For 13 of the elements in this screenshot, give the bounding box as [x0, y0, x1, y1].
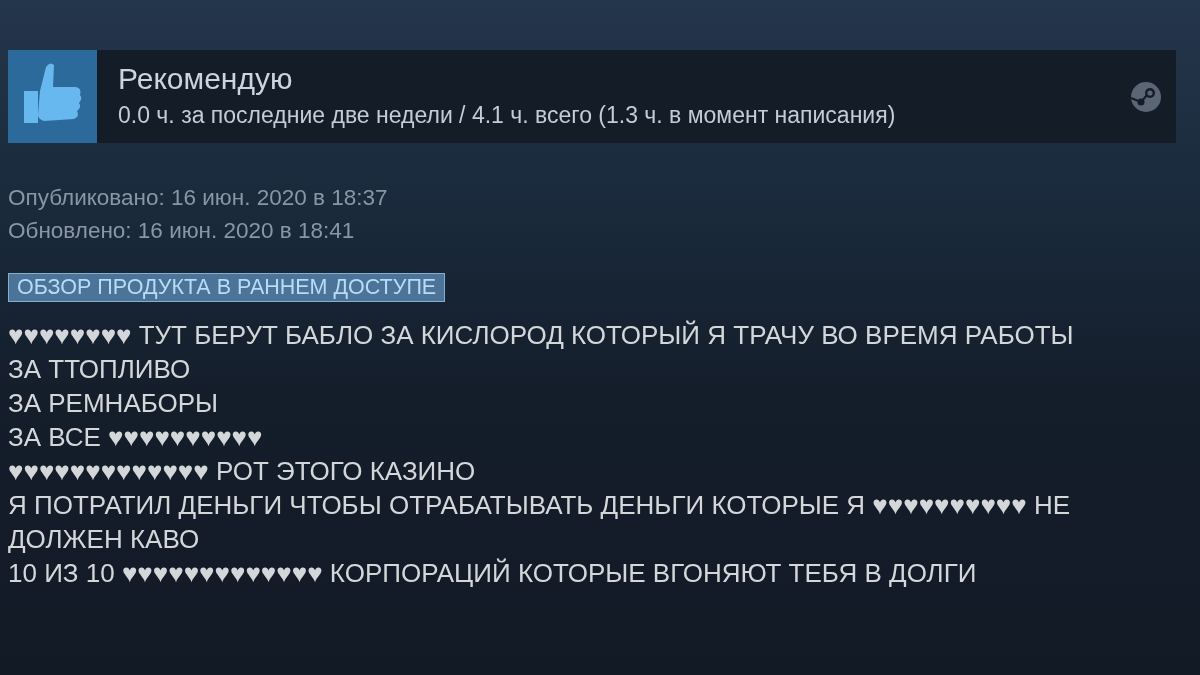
- review-text-line: 10 ИЗ 10 ♥♥♥♥♥♥♥♥♥♥♥♥♥ КОРПОРАЦИЙ КОТОРЫЕ ВГОНЯЮТ ТЕБЯ В ДОЛГИ: [8, 557, 978, 590]
- early-access-tag: ОБЗОР ПРОДУКТА В РАННЕМ ДОСТУПЕ: [8, 273, 446, 302]
- review-text-line: Я ПОТРАТИЛ ДЕНЬГИ ЧТОБЫ ОТРАБАТЫВАТЬ ДЕНЬГИ КОТОРЫЕ Я ♥♥♥♥♥♥♥♥♥♥ НЕ ДОЛЖЕН КАВО: [8, 489, 1072, 556]
- review-date: Обновлено: 16 июн. 2020 в 18:41: [8, 217, 356, 245]
- review-text-line: ♥♥♥♥♥♥♥♥♥♥♥♥♥ РОТ ЭТОГО КАЗИНО: [8, 455, 477, 488]
- playtime-hours: 0.0 ч. за последние две недели / 4.1 ч. всего (1.3 ч. в момент написания): [118, 102, 897, 129]
- review-text-line: ЗА ВСЕ ♥♥♥♥♥♥♥♥♥♥: [8, 421, 264, 454]
- review-text-line: ЗА РЕМНАБОРЫ: [8, 387, 220, 420]
- verdict-title: Рекомендую: [118, 62, 294, 96]
- review-text-line: ♥♥♥♥♥♥♥♥ ТУТ БЕРУТ БАБЛО ЗА КИСЛОРОД КОТОРЫЙ Я ТРАЧУ ВО ВРЕМЯ РАБОТЫ: [8, 319, 1075, 352]
- review-date: Опубликовано: 16 июн. 2020 в 18:37: [8, 184, 388, 212]
- review-text-line: ЗА ТТОПЛИВО: [8, 353, 192, 386]
- steam-logo-icon: [1130, 80, 1162, 113]
